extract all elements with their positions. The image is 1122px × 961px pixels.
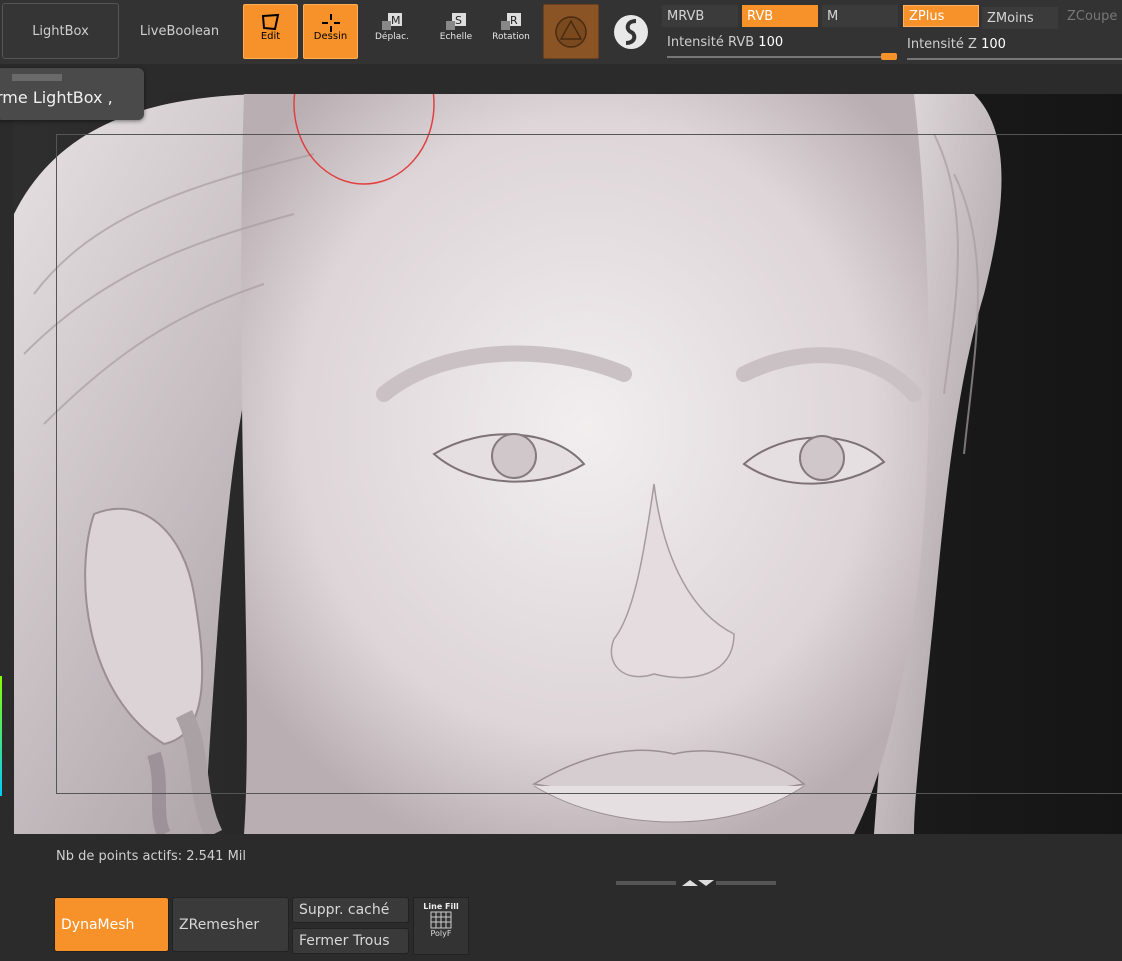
tooltip-text: rme LightBox ,	[0, 88, 113, 107]
linefill-polyf-button[interactable]: Line Fill PolyF	[413, 897, 469, 955]
z-intensity-slider[interactable]	[907, 58, 1122, 60]
zmoins-toggle[interactable]: ZMoins	[982, 7, 1058, 29]
document-frame	[56, 134, 1122, 794]
scale-label: Echelle	[439, 32, 473, 42]
rvb-label: RVB	[747, 8, 774, 24]
mrvb-toggle[interactable]: MRVB	[662, 5, 738, 27]
material-sphere-icon	[555, 15, 587, 48]
svg-text:M: M	[391, 14, 401, 27]
chevron-down-icon	[698, 880, 714, 886]
dynamesh-button[interactable]: DynaMesh	[54, 897, 169, 952]
z-intensity-label: Intensité Z	[907, 37, 977, 52]
zplus-label: ZPlus	[909, 8, 945, 24]
liveboolean-button[interactable]: LiveBoolean	[120, 3, 239, 59]
z-intensity-value: 100	[981, 37, 1006, 52]
texture-sphere-button[interactable]	[603, 4, 659, 59]
chevron-up-icon	[682, 880, 698, 886]
m-label: M	[827, 8, 839, 24]
rotate-icon: R	[501, 13, 521, 30]
dessin-button[interactable]: Dessin	[303, 4, 358, 59]
zremesher-label: ZRemesher	[179, 916, 260, 933]
rvb-intensity-slider-label: Intensité RVB 100	[667, 35, 783, 50]
move-button[interactable]: M Déplac.	[370, 4, 414, 59]
delete-hidden-label: Suppr. caché	[299, 902, 390, 918]
zmoins-label: ZMoins	[987, 10, 1034, 26]
active-points-status: Nb de points actifs: 2.541 Mil	[56, 849, 247, 864]
lightbox-tooltip: rme LightBox ,	[0, 68, 144, 120]
top-toolbar: LightBox LiveBoolean Edit Dessin M Dépla…	[0, 0, 1122, 64]
tooltip-handle	[12, 74, 62, 81]
zcoupe-label: ZCoupe	[1067, 8, 1118, 24]
rvb-intensity-label: Intensité RVB	[667, 35, 755, 50]
color-indicator	[0, 676, 2, 796]
svg-text:S: S	[455, 14, 462, 27]
polyf-label: PolyF	[430, 929, 452, 938]
lightbox-button[interactable]: LightBox	[2, 3, 119, 59]
zremesher-button[interactable]: ZRemesher	[172, 897, 289, 952]
scale-icon: S	[446, 13, 466, 30]
texture-sphere-icon	[614, 14, 648, 49]
rvb-toggle[interactable]: RVB	[742, 5, 818, 27]
svg-text:R: R	[510, 14, 518, 27]
delete-hidden-button[interactable]: Suppr. caché	[292, 897, 409, 923]
left-shelf	[0, 64, 14, 841]
zcoupe-toggle[interactable]: ZCoupe	[1062, 5, 1122, 27]
zplus-toggle[interactable]: ZPlus	[903, 5, 979, 27]
mrvb-label: MRVB	[667, 8, 705, 24]
dynamesh-label: DynaMesh	[61, 916, 135, 933]
z-intensity-slider-label: Intensité Z 100	[907, 37, 1006, 52]
linefill-label: Line Fill	[423, 902, 459, 911]
rvb-intensity-knob[interactable]	[881, 53, 897, 60]
rotate-label: Rotation	[492, 32, 530, 42]
lightbox-label: LightBox	[32, 23, 89, 39]
move-label: Déplac.	[374, 32, 409, 42]
edit-icon	[261, 13, 279, 31]
draw-icon	[321, 14, 340, 32]
rotate-button[interactable]: R Rotation	[489, 4, 533, 59]
move-icon: M	[382, 13, 402, 30]
edit-label: Edit	[260, 31, 281, 42]
rvb-intensity-slider[interactable]	[667, 56, 897, 58]
close-holes-label: Fermer Trous	[299, 933, 390, 949]
scale-button[interactable]: S Echelle	[434, 4, 478, 59]
panel-resize-handle[interactable]	[616, 879, 776, 887]
rvb-intensity-value: 100	[758, 35, 784, 50]
material-sphere-button[interactable]	[543, 4, 599, 59]
edit-button[interactable]: Edit	[243, 4, 298, 59]
close-holes-button[interactable]: Fermer Trous	[292, 928, 409, 954]
grid-icon	[430, 911, 452, 929]
m-toggle[interactable]: M	[822, 5, 898, 27]
liveboolean-label: LiveBoolean	[139, 23, 220, 39]
dessin-label: Dessin	[313, 31, 348, 42]
